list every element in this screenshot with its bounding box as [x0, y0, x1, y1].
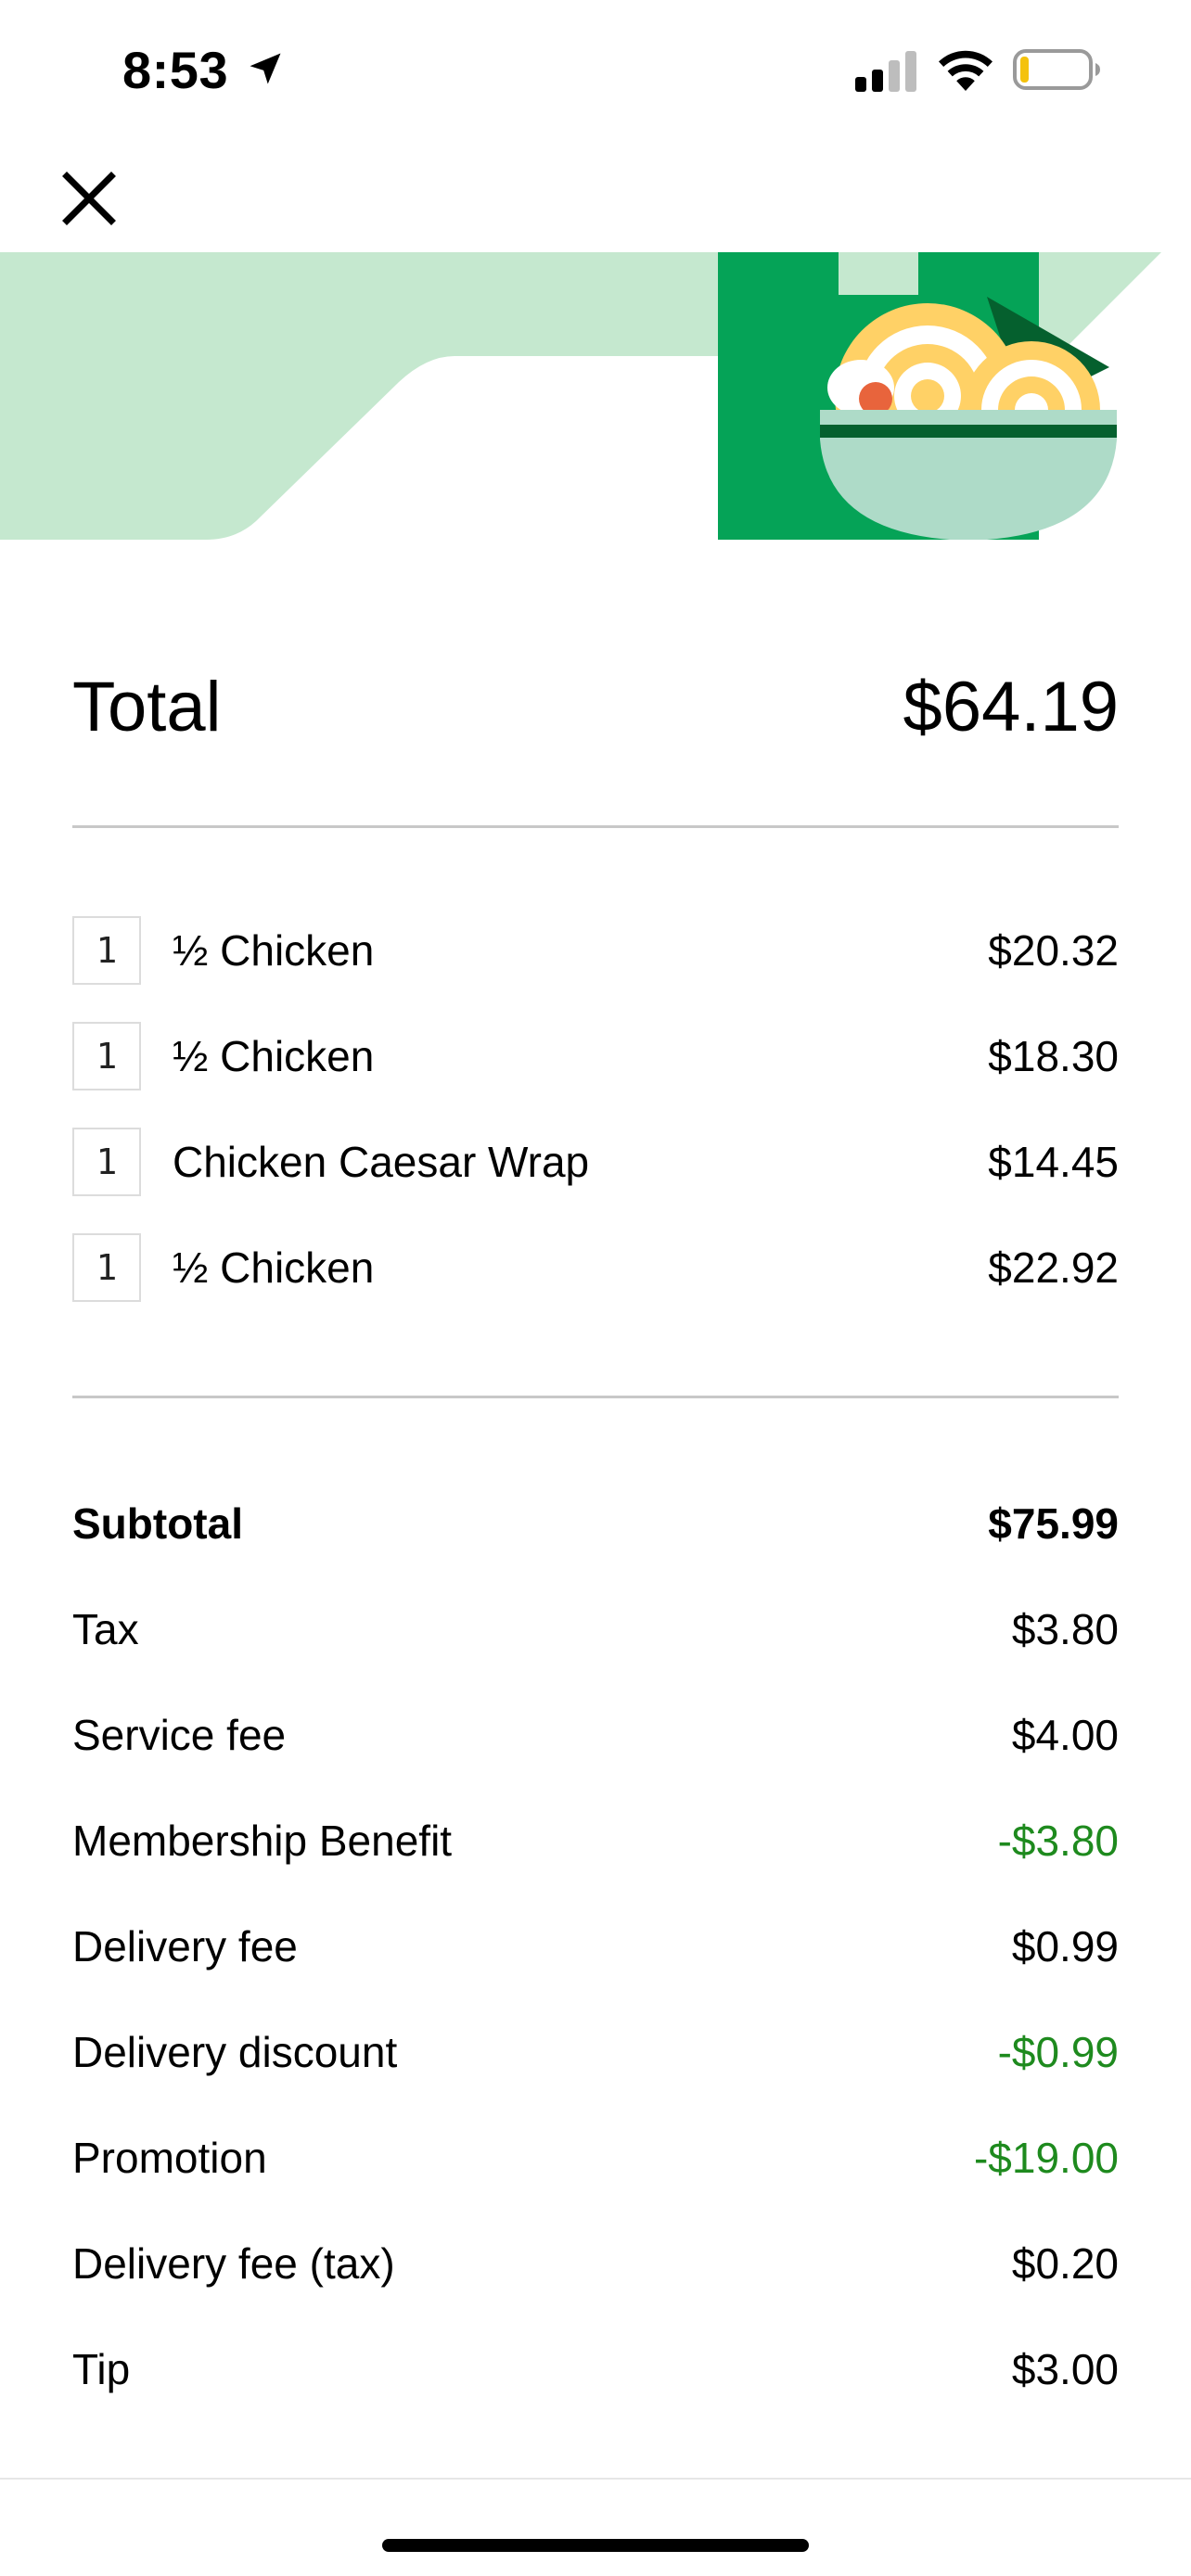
list-item: 1 ½ Chicken $18.30	[72, 1018, 1119, 1124]
item-price: $18.30	[988, 1032, 1119, 1080]
total-label: Total	[72, 668, 222, 746]
item-name: ½ Chicken	[173, 926, 375, 975]
item-quantity: 1	[72, 1022, 141, 1090]
summary-row-delivery-fee: Delivery fee $0.99	[72, 1914, 1119, 2020]
summary-value-discount: -$3.80	[997, 1817, 1119, 1865]
summary-label: Membership Benefit	[72, 1817, 453, 1865]
item-price: $14.45	[988, 1138, 1119, 1186]
summary-label: Promotion	[72, 2134, 267, 2182]
bottom-divider	[0, 2478, 1191, 2480]
close-icon[interactable]	[56, 165, 122, 232]
summary-label: Service fee	[72, 1711, 287, 1759]
status-bar: 8:53	[0, 0, 1191, 139]
item-quantity: 1	[72, 916, 141, 985]
summary-value: $3.80	[1011, 1605, 1119, 1653]
summary-value: $4.00	[1011, 1711, 1119, 1759]
summary-label: Delivery discount	[72, 2028, 398, 2076]
summary-value-discount: -$19.00	[973, 2134, 1119, 2182]
summary-label: Tip	[72, 2345, 131, 2393]
summary-row-subtotal: Subtotal $75.99	[72, 1491, 1119, 1597]
wifi-icon	[939, 50, 992, 91]
summary-value: $75.99	[988, 1499, 1119, 1548]
item-name: ½ Chicken	[173, 1032, 375, 1080]
cellular-signal-icon	[855, 51, 916, 92]
list-item: 1 ½ Chicken $20.32	[72, 912, 1119, 1018]
summary-row-promotion: Promotion -$19.00	[72, 2125, 1119, 2231]
summary-label: Subtotal	[72, 1499, 243, 1548]
summary-row-tax: Tax $3.80	[72, 1597, 1119, 1702]
summary-label: Delivery fee	[72, 1922, 298, 1970]
item-price: $22.92	[988, 1243, 1119, 1292]
total-value: $64.19	[903, 668, 1119, 746]
summary-label: Tax	[72, 1605, 139, 1653]
order-banner-illustration	[0, 252, 1161, 540]
summary-value: $0.99	[1011, 1922, 1119, 1970]
item-quantity: 1	[72, 1233, 141, 1302]
divider	[72, 825, 1119, 828]
divider	[72, 1396, 1119, 1398]
list-item: 1 ½ Chicken $22.92	[72, 1230, 1119, 1335]
summary-value: $3.00	[1011, 2345, 1119, 2393]
status-time: 8:53	[122, 41, 229, 99]
location-arrow-icon	[250, 53, 281, 84]
battery-low-icon	[1013, 49, 1100, 90]
list-item: 1 Chicken Caesar Wrap $14.45	[72, 1124, 1119, 1230]
summary-row-tip: Tip $3.00	[72, 2337, 1119, 2442]
summary-value: $0.20	[1011, 2239, 1119, 2288]
summary-row-membership-benefit: Membership Benefit -$3.80	[72, 1808, 1119, 1914]
summary-value-discount: -$0.99	[997, 2028, 1119, 2076]
summary-row-delivery-discount: Delivery discount -$0.99	[72, 2020, 1119, 2125]
order-total: Total $64.19	[72, 666, 1119, 749]
summary-row-service-fee: Service fee $4.00	[72, 1702, 1119, 1808]
item-name: Chicken Caesar Wrap	[173, 1138, 590, 1186]
item-name: ½ Chicken	[173, 1243, 375, 1292]
item-quantity: 1	[72, 1128, 141, 1196]
summary-row-delivery-fee-tax: Delivery fee (tax) $0.20	[72, 2231, 1119, 2337]
order-items-list: 1 ½ Chicken $20.32 1 ½ Chicken $18.30 1 …	[72, 912, 1119, 1335]
item-price: $20.32	[988, 926, 1119, 975]
price-summary: Subtotal $75.99 Tax $3.80 Service fee $4…	[72, 1491, 1119, 2442]
summary-label: Delivery fee (tax)	[72, 2239, 395, 2288]
home-indicator[interactable]	[382, 2539, 809, 2552]
